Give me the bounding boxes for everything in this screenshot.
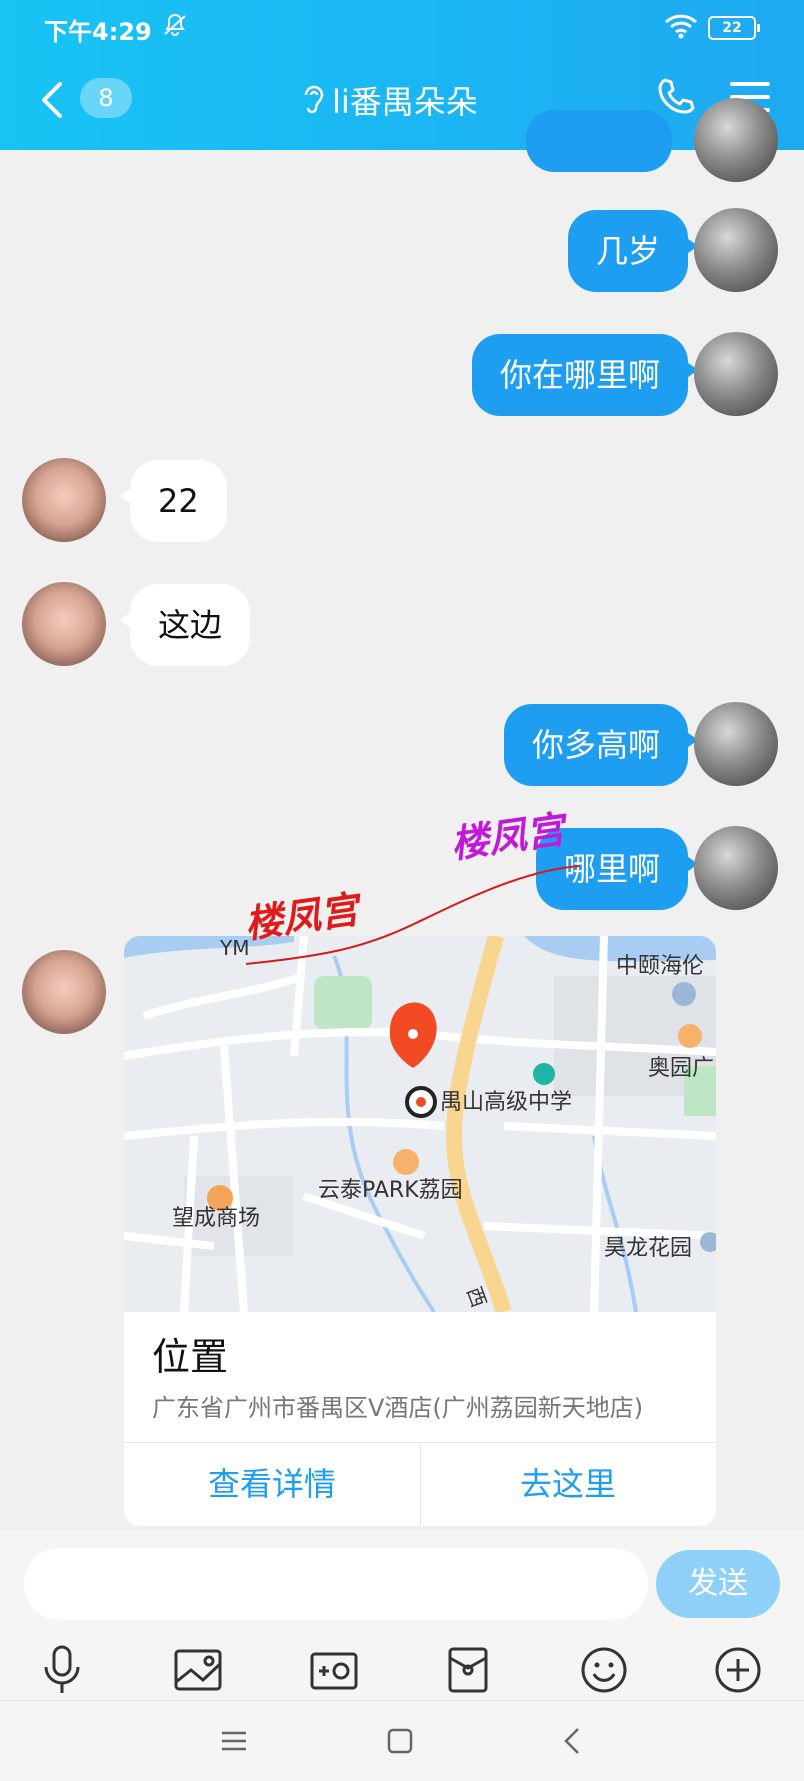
send-button[interactable]: 发送 <box>656 1550 780 1618</box>
message-list[interactable]: 几岁 你在哪里啊 22 这边 你多高啊 哪里啊 中颐海伦 奥园广 禺山高级中学 … <box>0 98 804 1530</box>
partial-outgoing-bubble <box>526 110 672 172</box>
map-thumbnail[interactable]: 中颐海伦 奥园广 禺山高级中学 云泰PARK荔园 望成商场 昊龙花园 YM 西 <box>124 936 716 1315</box>
camera-icon[interactable] <box>304 1640 364 1700</box>
location-title: 位置 <box>152 1335 229 1379</box>
chat-header: 下午4:29 22 8 li番禺朵朵 <box>0 0 804 150</box>
message-bubble-outgoing[interactable]: 你多高啊 <box>503 704 699 786</box>
map-label: 禺山高级中学 <box>440 1090 573 1115</box>
chat-title: li番禺朵朵 <box>332 83 478 121</box>
ear-icon <box>300 81 326 119</box>
avatar[interactable] <box>22 950 106 1034</box>
map-label: 奥园广 <box>648 1056 715 1081</box>
emoji-icon[interactable] <box>574 1640 634 1700</box>
phone-call-icon[interactable] <box>656 76 696 120</box>
recent-apps-icon[interactable] <box>214 1721 254 1761</box>
navigate-here-button[interactable]: 去这里 <box>420 1442 716 1526</box>
avatar[interactable] <box>694 98 778 182</box>
avatar[interactable] <box>694 332 778 416</box>
back-icon[interactable] <box>552 1721 592 1761</box>
avatar[interactable] <box>694 702 778 786</box>
message-bubble-incoming[interactable]: 这边 <box>119 584 251 666</box>
map-label: 昊龙花园 <box>604 1236 693 1261</box>
message-bubble-incoming[interactable]: 22 <box>120 460 227 542</box>
map-label: 望成商场 <box>172 1206 261 1231</box>
message-bubble-outgoing[interactable]: 你在哪里啊 <box>471 334 699 416</box>
chat-title-group[interactable]: li番禺朵朵 <box>300 78 478 122</box>
mute-bell-icon <box>162 12 188 42</box>
system-navigation-bar <box>0 1700 804 1781</box>
avatar[interactable] <box>22 582 106 666</box>
message-bubble-outgoing[interactable]: 几岁 <box>567 210 699 292</box>
unread-count-badge[interactable]: 8 <box>80 78 132 118</box>
input-bar: 发送 <box>0 1530 804 1781</box>
plus-icon[interactable] <box>708 1640 768 1700</box>
back-chevron-icon[interactable] <box>38 80 66 124</box>
view-details-button[interactable]: 查看详情 <box>124 1442 420 1526</box>
image-icon[interactable] <box>168 1640 228 1700</box>
location-address: 广东省广州市番禺区V酒店(广州荔园新天地店) <box>152 1394 644 1422</box>
wifi-icon <box>664 13 698 43</box>
map-label: 中颐海伦 <box>616 954 705 979</box>
map-label: 云泰PARK荔园 <box>318 1178 463 1203</box>
status-time: 下午4:29 <box>44 18 152 46</box>
avatar[interactable] <box>22 458 106 542</box>
avatar[interactable] <box>694 208 778 292</box>
home-icon[interactable] <box>380 1721 420 1761</box>
avatar[interactable] <box>694 826 778 910</box>
battery-indicator: 22 <box>708 16 760 40</box>
red-packet-icon[interactable] <box>438 1640 498 1700</box>
microphone-icon[interactable] <box>32 1640 92 1700</box>
message-input[interactable] <box>24 1548 648 1620</box>
location-card[interactable]: 中颐海伦 奥园广 禺山高级中学 云泰PARK荔园 望成商场 昊龙花园 YM 西 … <box>124 936 716 1526</box>
